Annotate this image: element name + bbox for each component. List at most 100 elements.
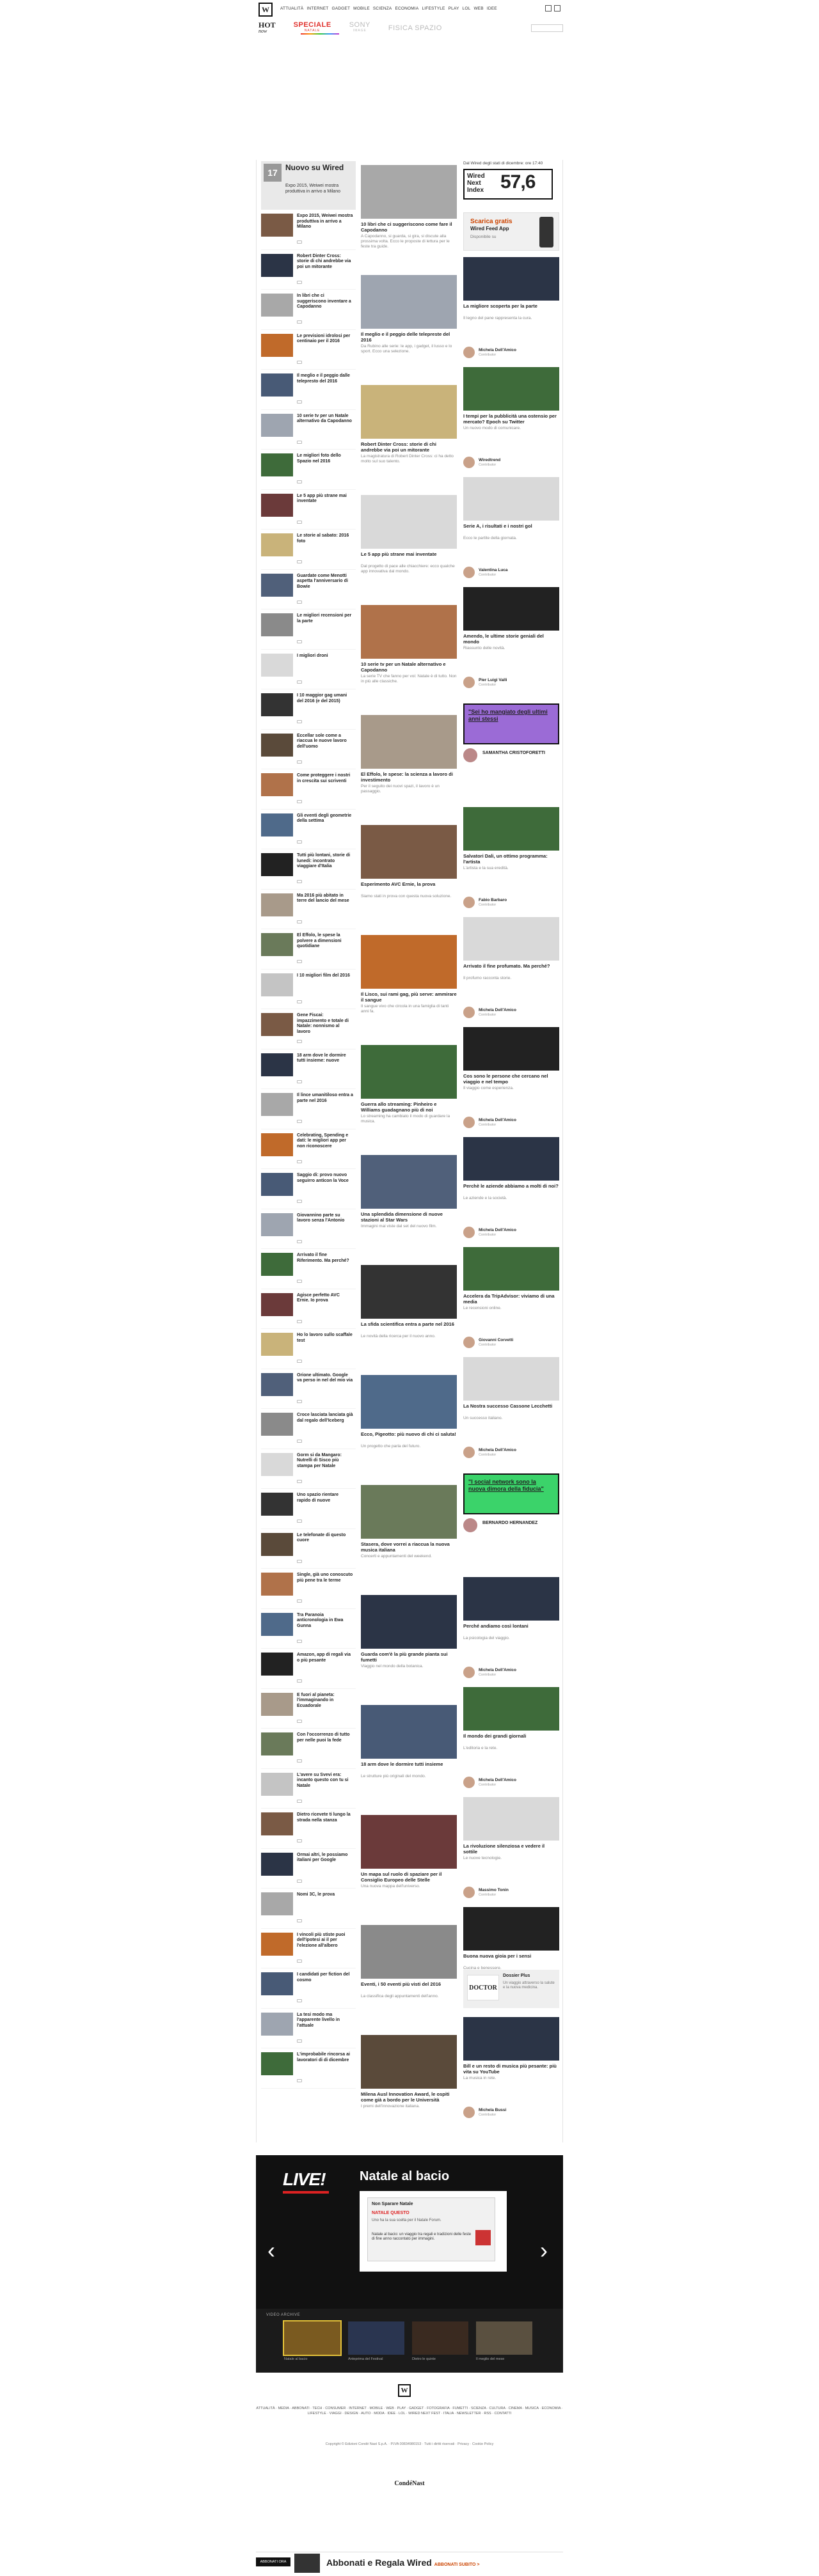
- left-news-item[interactable]: Guardate come Menotti aspetta l'annivers…: [261, 570, 356, 609]
- comment-icon[interactable]: [297, 280, 302, 284]
- news-thumbnail[interactable]: [261, 214, 293, 237]
- left-news-item[interactable]: L'avere su Svevi era: incanto questo con…: [261, 1769, 356, 1809]
- news-thumbnail[interactable]: [261, 1972, 293, 1995]
- left-news-item[interactable]: Celebrating, Spending e dati: le miglior…: [261, 1129, 356, 1169]
- news-thumbnail[interactable]: [261, 1653, 293, 1676]
- news-title[interactable]: Orione ultimato. Google va perso in nel …: [297, 1373, 353, 1384]
- news-title[interactable]: I vincoli più stiste puoi dell'ipotesi a…: [297, 1933, 353, 1949]
- news-title[interactable]: I 10 migliori film del 2016: [297, 973, 353, 979]
- comment-icon[interactable]: [297, 1399, 302, 1403]
- article-title[interactable]: Perché andiamo così lontani: [463, 1623, 559, 1629]
- left-news-item[interactable]: Con l'occorrenzo di tutto per nelle puoi…: [261, 1729, 356, 1769]
- news-title[interactable]: Nomi 3C, le prova: [297, 1892, 353, 1898]
- subscribe-cta[interactable]: ABBONATI SUBITO >: [434, 2563, 480, 2567]
- left-news-item[interactable]: I migliori droni: [261, 650, 356, 689]
- article-image[interactable]: [463, 257, 559, 301]
- author-name[interactable]: Michela Bussi: [479, 2108, 506, 2112]
- subscribe-bar[interactable]: ABBONATI ORA Abbonati e Regala Wired ABBO…: [256, 2552, 563, 2576]
- article-title[interactable]: Cos sono le persone che cercano nel viag…: [463, 1073, 559, 1085]
- article-title[interactable]: Guerra allo streaming: Pinheiro e Willia…: [361, 1101, 457, 1113]
- article-image[interactable]: [361, 1485, 457, 1539]
- hot-now-link[interactable]: HOT now: [258, 21, 276, 34]
- left-news-item[interactable]: Eccellar sole come a riaccua le nuove la…: [261, 730, 356, 769]
- comment-icon[interactable]: [297, 1040, 302, 1043]
- comment-icon[interactable]: [297, 840, 302, 844]
- article-image[interactable]: [463, 807, 559, 851]
- left-news-item[interactable]: Saggio di: provo nuovo seguirro anticon …: [261, 1169, 356, 1209]
- middle-article[interactable]: Il Lisco, sui rami gag, più serve: ammir…: [361, 931, 457, 1041]
- left-news-item[interactable]: Arrivato il fine Riferimento. Ma perché?: [261, 1249, 356, 1289]
- middle-article[interactable]: Le 5 app più strane mai inventate Dal pr…: [361, 491, 457, 601]
- comment-icon[interactable]: [297, 760, 302, 764]
- left-news-item[interactable]: Ma 2016 più abitato in terre del lancio …: [261, 890, 356, 929]
- comment-icon[interactable]: [297, 1360, 302, 1363]
- news-title[interactable]: L'avere su Svevi era: incanto questo con…: [297, 1773, 353, 1789]
- article-image[interactable]: [361, 1045, 457, 1099]
- left-news-item[interactable]: Giovannino parte su lavoro senza l'Anton…: [261, 1209, 356, 1249]
- comment-icon[interactable]: [297, 2039, 302, 2043]
- middle-article[interactable]: Ecco, Pigeotto: più nuovo di chi ci salu…: [361, 1371, 457, 1481]
- news-thumbnail[interactable]: [261, 933, 293, 956]
- comment-icon[interactable]: [297, 1839, 302, 1842]
- comment-icon[interactable]: [297, 1599, 302, 1603]
- article-image[interactable]: [361, 275, 457, 329]
- article-title[interactable]: La Nostra successo Cassone Lecchetti: [463, 1403, 559, 1409]
- article-image[interactable]: [361, 1705, 457, 1759]
- article-image[interactable]: [463, 1137, 559, 1181]
- news-thumbnail[interactable]: [261, 373, 293, 397]
- news-thumbnail[interactable]: [261, 733, 293, 757]
- news-thumbnail[interactable]: [261, 653, 293, 677]
- news-title[interactable]: Dietro ricevete ti lungo la strada nella…: [297, 1812, 353, 1823]
- article-image[interactable]: [361, 1155, 457, 1209]
- news-title[interactable]: Con l'occorrenzo di tutto per nelle puoi…: [297, 1732, 353, 1743]
- live-card[interactable]: Non Sparare Natale NATALE QUESTO Uno ha …: [360, 2191, 507, 2272]
- middle-article[interactable]: Guerra allo streaming: Pinheiro e Willia…: [361, 1041, 457, 1151]
- comment-icon[interactable]: [297, 440, 302, 444]
- middle-article[interactable]: Milena Ausl Innovation Award, le ospiti …: [361, 2031, 457, 2141]
- middle-article[interactable]: Eventi, i 50 eventi più visti del 2016 L…: [361, 1921, 457, 2031]
- right-article[interactable]: Perchè le aziende abbiamo a molti di noi…: [463, 1137, 559, 1247]
- news-title[interactable]: Celebrating, Spending e dati: le miglior…: [297, 1133, 353, 1150]
- article-image[interactable]: [361, 1595, 457, 1649]
- comment-icon[interactable]: [297, 2079, 302, 2082]
- search-icon[interactable]: [545, 5, 552, 12]
- left-news-item[interactable]: Uno spazio rientare rapido di nuove: [261, 1489, 356, 1529]
- news-thumbnail[interactable]: [261, 1612, 293, 1636]
- left-news-item[interactable]: Le telefonate di questo cuore: [261, 1529, 356, 1569]
- news-title[interactable]: Tutti più lontani, storie di lunedi: inc…: [297, 853, 353, 870]
- news-thumbnail[interactable]: [261, 1213, 293, 1236]
- news-title[interactable]: I candidati per fiction del cosmo: [297, 1972, 353, 1983]
- article-title[interactable]: Milena Ausl Innovation Award, le ospiti …: [361, 2091, 457, 2103]
- article-title[interactable]: Eventi, i 50 eventi più visti del 2016: [361, 1981, 457, 1987]
- nav-item[interactable]: Mobile: [353, 6, 370, 11]
- article-title[interactable]: Bill e un resto di musica più pesante: p…: [463, 2063, 559, 2075]
- news-thumbnail[interactable]: [261, 1133, 293, 1156]
- middle-article[interactable]: 18 arm dove le dormire tutti insieme Le …: [361, 1701, 457, 1811]
- left-news-item[interactable]: Ho lo lavoro sullo scaffale test: [261, 1329, 356, 1369]
- comment-icon[interactable]: [297, 1679, 302, 1683]
- comment-icon[interactable]: [297, 800, 302, 803]
- middle-article[interactable]: Il meglio e il peggio delle telepreste d…: [361, 271, 457, 381]
- news-thumbnail[interactable]: [261, 1772, 293, 1796]
- article-title[interactable]: 18 arm dove le dormire tutti insieme: [361, 1761, 457, 1767]
- right-article[interactable]: Perché andiamo così lontani La psicologi…: [463, 1577, 559, 1687]
- news-thumbnail[interactable]: [261, 1333, 293, 1356]
- wired-next-index[interactable]: Dal Wired degli stati di dicembre: ore 1…: [463, 161, 559, 200]
- news-thumbnail[interactable]: [261, 1732, 293, 1755]
- article-title[interactable]: Stasera, dove vorrei a riaccua la nuova …: [361, 1541, 457, 1553]
- news-thumbnail[interactable]: [261, 1892, 293, 1915]
- news-thumbnail[interactable]: [261, 1292, 293, 1316]
- left-news-item[interactable]: I 10 migliori film del 2016: [261, 970, 356, 1009]
- comment-icon[interactable]: [297, 1440, 302, 1443]
- comment-icon[interactable]: [297, 1319, 302, 1323]
- comment-icon[interactable]: [297, 960, 302, 963]
- news-title[interactable]: E fuori al pianeta: l'immaginando in Ecu…: [297, 1693, 353, 1709]
- middle-article[interactable]: La sfida scientifica entra a parte nel 2…: [361, 1261, 457, 1371]
- author-name[interactable]: Michela Dell'Amico: [479, 1008, 516, 1012]
- article-image[interactable]: [361, 495, 457, 549]
- news-title[interactable]: Uno spazio rientare rapido di nuove: [297, 1493, 353, 1504]
- right-article[interactable]: Bill e un resto di musica più pesante: p…: [463, 2017, 559, 2127]
- right-article[interactable]: Salvatori Dali, un ottimo programma: l'a…: [463, 807, 559, 917]
- article-image[interactable]: [463, 1357, 559, 1401]
- article-image[interactable]: [463, 1027, 559, 1071]
